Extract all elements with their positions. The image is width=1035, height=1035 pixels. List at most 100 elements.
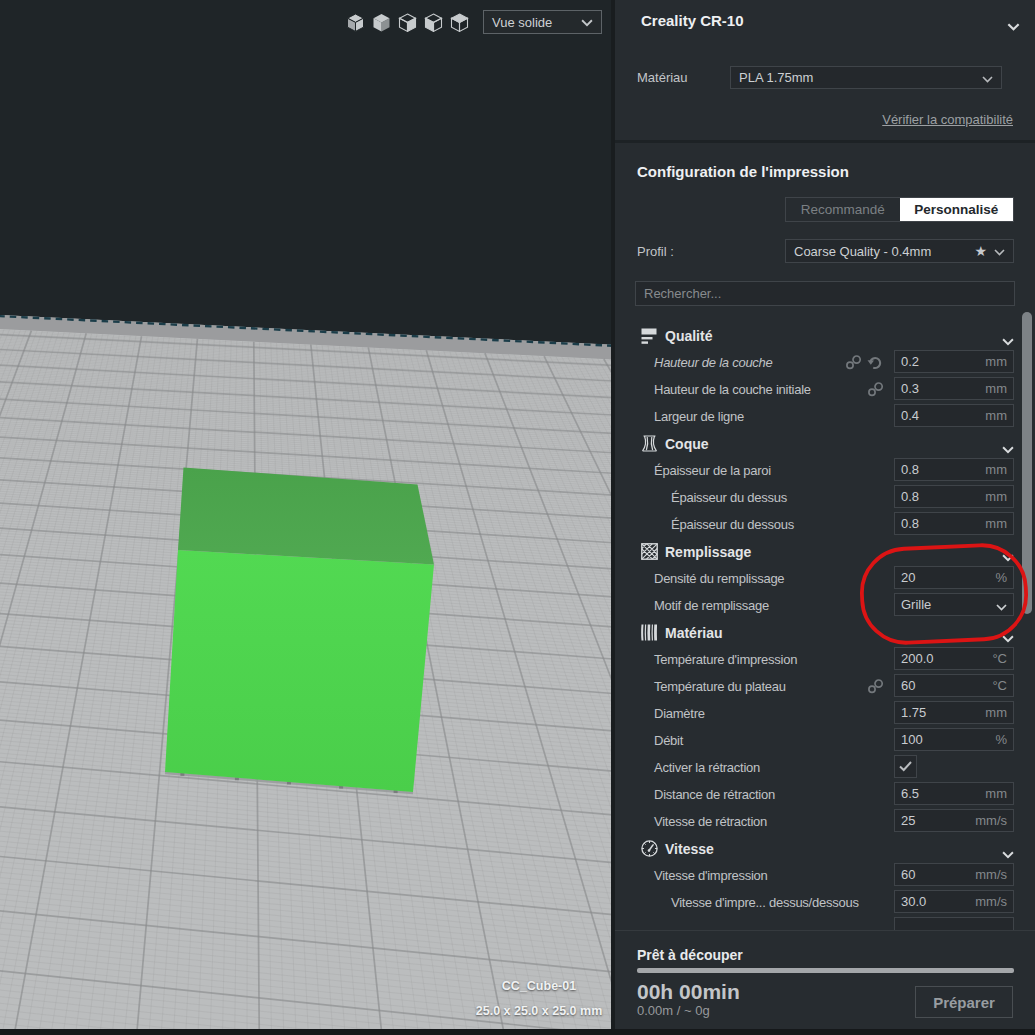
action-panel: Prêt à découper 00h 00min 0.00m / ~ 0g P… [615, 930, 1035, 1029]
setting-unit: mm [985, 381, 1007, 396]
setting-value-field[interactable]: 60mm/s [894, 863, 1014, 886]
setting-value-field[interactable]: 100% [894, 728, 1014, 751]
setting-category-label: Remplissage [665, 544, 751, 560]
setting-category[interactable]: Vitesse [615, 835, 1035, 862]
setting-label: Activer la rétraction [654, 760, 760, 775]
link-icon [867, 679, 884, 694]
setting-value-field[interactable]: 0.3mm [894, 377, 1014, 400]
view-mode-dropdown[interactable]: Vue solide [483, 10, 602, 34]
shell-icon [641, 435, 658, 452]
compatibility-link[interactable]: Vérifier la compatibilité [882, 112, 1013, 127]
setting-label: Débit [654, 733, 683, 748]
chevron-down-icon [1002, 440, 1014, 458]
prepare-button[interactable]: Préparer [915, 986, 1013, 1018]
setting-value-field[interactable] [894, 917, 1014, 930]
setting-label: Température d'impression [654, 652, 797, 667]
material-estimate: 0.00m / ~ 0g [637, 1003, 710, 1018]
setting-row: Distance de rétraction6.5mm [615, 781, 1035, 808]
setting-category[interactable]: Qualité [615, 322, 1035, 349]
machine-name: Creality CR-10 [641, 12, 744, 29]
setting-select[interactable]: Grille [894, 593, 1014, 616]
setting-row: Épaisseur de la paroi 0.8mm [615, 457, 1035, 484]
setting-label: Largeur de ligne [654, 409, 744, 424]
setting-value-field[interactable]: 1.75mm [894, 701, 1014, 724]
setting-unit: mm [985, 516, 1007, 531]
slice-status: Prêt à découper [637, 947, 743, 963]
setting-category[interactable]: Remplissage [615, 538, 1035, 565]
setting-search [635, 281, 1015, 306]
revert-icon[interactable] [867, 355, 884, 370]
setting-row: Vitesse d'impre... dessus/dessous30.0mm/… [615, 889, 1035, 916]
setting-unit: mm/s [975, 813, 1007, 828]
model-cube[interactable] [165, 468, 434, 794]
left-view-icon[interactable] [424, 13, 443, 32]
setting-row: Motif de remplissageGrille [615, 592, 1035, 619]
setting-label: Hauteur de la couche initiale [654, 382, 811, 397]
chevron-down-icon [1002, 332, 1014, 350]
setting-value-field[interactable]: 0.4mm [894, 404, 1014, 427]
setting-unit: % [995, 732, 1007, 747]
setting-row: Température du plateau60°C [615, 673, 1035, 700]
model-name-label: CC_Cube-01 [502, 979, 576, 993]
link-icon [845, 355, 862, 370]
tab-recommended[interactable]: Recommandé [786, 198, 900, 221]
chevron-down-icon [1002, 548, 1014, 566]
star-icon[interactable]: ★ [974, 244, 987, 258]
setting-checkbox[interactable] [894, 755, 917, 778]
profile-dropdown[interactable]: Coarse Quality - 0.4mm ★ [785, 239, 1014, 263]
setting-label: Épaisseur du dessus [671, 490, 787, 505]
setting-row: Diamètre1.75mm [615, 700, 1035, 727]
setting-value-field[interactable]: 200.0°C [894, 647, 1014, 670]
setting-value-field[interactable]: 25mm/s [894, 809, 1014, 832]
setting-value-field[interactable]: 0.2mm [894, 350, 1014, 373]
search-input[interactable] [636, 286, 1014, 301]
setting-unit: °C [992, 651, 1007, 666]
setting-category[interactable]: Matériau [615, 619, 1035, 646]
setting-value-field[interactable]: 20% [894, 566, 1014, 589]
setting-value-field[interactable]: 6.5mm [894, 782, 1014, 805]
header-separator [615, 140, 1035, 143]
time-estimate: 00h 00min [637, 980, 740, 1004]
setting-unit: % [995, 570, 1007, 585]
right-view-icon[interactable] [450, 13, 469, 32]
right-panel: Creality CR-10 Matériau PLA 1.75mm Vérif… [615, 0, 1035, 1035]
setting-unit: mm [985, 408, 1007, 423]
setting-row: Température d'impression 200.0°C [615, 646, 1035, 673]
setting-label: Épaisseur de la paroi [654, 463, 771, 478]
chevron-down-icon [994, 242, 1005, 260]
setting-label: Densité du remplissage [654, 571, 784, 586]
3d-view-icon[interactable] [346, 13, 365, 32]
setting-value-field[interactable]: 0.8mm [894, 485, 1014, 508]
settings-scrollbar-thumb[interactable] [1022, 312, 1032, 614]
setting-value-field[interactable]: 0.8mm [894, 512, 1014, 535]
setting-label: Vitesse d'impression [654, 868, 768, 883]
setting-value-field[interactable]: 60°C [894, 674, 1014, 697]
setting-unit: mm/s [975, 894, 1007, 909]
setting-label: Épaisseur du dessous [671, 517, 794, 532]
print-setup-title: Configuration de l'impression [637, 163, 849, 180]
setting-unit: mm [985, 786, 1007, 801]
setting-row: Densité du remplissage 20% [615, 565, 1035, 592]
setting-unit: mm/s [975, 867, 1007, 882]
setting-unit: °C [992, 678, 1007, 693]
setting-label: Vitesse de rétraction [654, 814, 767, 829]
top-view-icon[interactable] [398, 13, 417, 32]
cube-front-face[interactable] [165, 550, 434, 792]
setting-row: Activer la rétraction [615, 754, 1035, 781]
setting-unit: mm [985, 705, 1007, 720]
slice-progress-bar [637, 968, 1014, 973]
setting-value-field[interactable]: 0.8mm [894, 458, 1014, 481]
setting-category-label: Vitesse [665, 841, 714, 857]
machine-header[interactable]: Creality CR-10 Matériau PLA 1.75mm Vérif… [615, 0, 1035, 141]
3d-viewport[interactable]: Vue solide CC_Cube-01 25.0 x 25.0 x 25.0… [0, 0, 613, 1035]
setup-mode-tabs: Recommandé Personnalisé [785, 197, 1014, 222]
material-dropdown[interactable]: PLA 1.75mm [730, 66, 1002, 89]
setting-value-field[interactable]: 30.0mm/s [894, 890, 1014, 913]
model-dimensions-label: 25.0 x 25.0 x 25.0 mm [476, 1004, 602, 1018]
front-view-icon[interactable] [372, 13, 391, 32]
setting-unit: mm [985, 462, 1007, 477]
tab-custom[interactable]: Personnalisé [900, 198, 1014, 221]
setting-category[interactable]: Coque [615, 430, 1035, 457]
infill-icon [641, 543, 658, 560]
link-icon [867, 382, 884, 397]
